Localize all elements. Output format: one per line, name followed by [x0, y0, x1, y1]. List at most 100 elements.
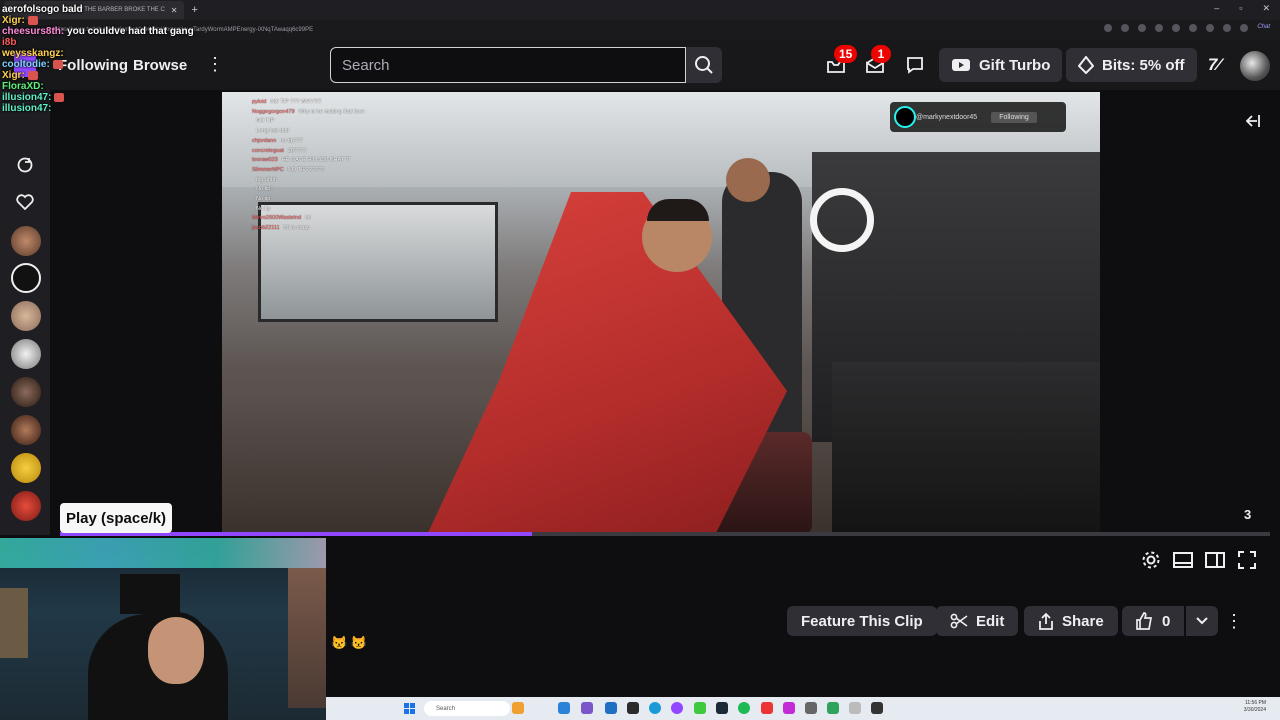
search-input[interactable]: [330, 47, 686, 83]
taskbar-app-icon[interactable]: [805, 702, 817, 714]
clip-chat-line: Metro2600Wastelnd lol: [252, 214, 412, 224]
streamer-webcam: [0, 538, 326, 720]
taskbar-app-icon[interactable]: [761, 702, 773, 714]
gear-icon: [1142, 551, 1160, 569]
theatre-mode-button[interactable]: [1172, 550, 1194, 570]
minimize-icon[interactable]: –: [1214, 3, 1219, 14]
expand-chat-button[interactable]: [1240, 110, 1264, 132]
get-bits-button[interactable]: Bits: 5% off: [1066, 48, 1197, 82]
taskbar-app-icon[interactable]: [605, 702, 617, 714]
overlay-chat-line: Xigr:: [2, 70, 232, 81]
settings-button[interactable]: [1140, 550, 1162, 570]
clip-video[interactable]: pyloid NO TIP ??? WHY?!? Noggegorgon479 Wh…: [222, 92, 1100, 535]
video-scene-ring-light: [810, 188, 874, 252]
copilot-chat-button[interactable]: Chat: [1257, 24, 1270, 32]
like-dropdown-button[interactable]: [1186, 606, 1219, 636]
extension-icons: Chat: [1104, 24, 1270, 32]
taskbar-app-icon[interactable]: [716, 702, 728, 714]
chat-username: Xigr:: [2, 15, 25, 26]
taskbar-app-icon[interactable]: [627, 702, 639, 714]
extension-icon[interactable]: [1172, 24, 1181, 32]
tiktok-logo-icon: [894, 106, 916, 128]
taskbar-app-icon[interactable]: [581, 702, 593, 714]
webcam-shelf: [0, 588, 28, 658]
followed-channel-avatar[interactable]: [11, 491, 41, 521]
collapse-sidebar-button[interactable]: [1204, 550, 1226, 570]
taskbar-search[interactable]: Search: [424, 701, 510, 716]
clip-chat-msg: no tip???: [280, 137, 303, 144]
clip-chat-line: tooraw023 HE GAVE HIM $50 CHATTT: [252, 156, 412, 166]
windows-start-icon[interactable]: [404, 703, 415, 714]
zoom-icon[interactable]: [1104, 24, 1113, 32]
maximize-icon[interactable]: ▫: [1239, 3, 1242, 14]
chat-username: cheesurs8th:: [2, 26, 65, 37]
emote-icon: [54, 92, 65, 102]
clip-chat-user: Metro2600Wastelnd: [252, 215, 302, 222]
followed-channels-heart-icon[interactable]: [14, 191, 36, 213]
profile-icon[interactable]: [1223, 24, 1232, 32]
clip-chat-msg: 20????: [287, 147, 307, 154]
close-window-icon[interactable]: ✕: [1262, 3, 1270, 14]
extension-icon[interactable]: [1138, 24, 1147, 32]
prime-loot-button[interactable]: 7⁄: [1204, 55, 1224, 75]
followed-channel-avatar[interactable]: [11, 339, 41, 369]
taskbar-app-icon[interactable]: [558, 702, 570, 714]
notification-count-badge: 15: [834, 45, 858, 63]
clip-chat-line: big ahhh: [252, 176, 412, 186]
search-button[interactable]: [686, 47, 722, 83]
video-scene-barber-head: [726, 158, 770, 202]
chevron-down-icon: [1196, 617, 1209, 625]
overlay-chat-line: aerofolsogo bald: [2, 4, 232, 15]
taskbar-app-icon[interactable]: [827, 702, 839, 714]
followed-channel-avatar[interactable]: [11, 415, 41, 445]
share-clip-button[interactable]: Share: [1024, 606, 1118, 636]
drops-button[interactable]: 1: [865, 45, 891, 75]
clip-chat-msg: NO TIP ??? WHY?!?: [270, 99, 322, 105]
like-button[interactable]: 0: [1122, 606, 1185, 636]
emote-icon: [27, 70, 38, 80]
taskbar-app-icon[interactable]: [783, 702, 795, 714]
seek-bar[interactable]: [60, 532, 1270, 536]
chat-username: weysskangz:: [2, 48, 64, 59]
notifications-button[interactable]: 15: [826, 45, 858, 75]
gift-turbo-label: Gift Turbo: [979, 56, 1051, 74]
play-tooltip: Play (space/k): [60, 503, 173, 533]
user-avatar[interactable]: [1240, 51, 1270, 81]
clip-chat-msg: No tip: [256, 196, 271, 203]
whispers-button[interactable]: [905, 55, 925, 75]
clip-chat-msg: Why is he making that face: [298, 108, 365, 115]
favorites-icon[interactable]: [1206, 24, 1215, 32]
overlay-chat-line: Xigr:: [2, 15, 232, 26]
overlay-chat-line: FloraXD:: [2, 81, 232, 92]
clip-chat-user: chjordann: [252, 137, 277, 144]
feature-clip-button[interactable]: Feature This Clip: [787, 606, 937, 636]
taskbar-app-icon[interactable]: [849, 702, 861, 714]
edit-clip-button[interactable]: Edit: [936, 606, 1019, 636]
followed-channel-avatar[interactable]: [11, 453, 41, 483]
recommended-refresh-icon[interactable]: [14, 154, 36, 176]
gift-turbo-button[interactable]: Gift Turbo: [939, 48, 1063, 82]
extension-icon[interactable]: [1189, 24, 1198, 32]
side-nav-collapsed: [0, 90, 50, 535]
followed-channel-avatar[interactable]: [11, 263, 41, 293]
emote-icon: [27, 15, 38, 25]
extension-icon[interactable]: [1155, 24, 1164, 32]
taskbar-app-icon[interactable]: [738, 702, 750, 714]
taskbar-app-icon[interactable]: [871, 702, 883, 714]
star-icon[interactable]: [1121, 24, 1130, 32]
followed-channel-avatar[interactable]: [11, 377, 41, 407]
bits-label: Bits: 5% off: [1102, 56, 1185, 74]
extension-icon[interactable]: [1240, 24, 1249, 32]
taskbar-clock[interactable]: 11:56 PM 3/30/2024: [1244, 700, 1266, 714]
more-actions-button[interactable]: ⋮: [1224, 610, 1244, 632]
fullscreen-button[interactable]: [1236, 550, 1258, 570]
clip-chat-msg: NO TIP: [256, 118, 275, 125]
taskbar-app-icon[interactable]: [649, 702, 661, 714]
taskbar-app-icon[interactable]: [694, 702, 706, 714]
taskbar-app-icon[interactable]: [512, 702, 524, 714]
followed-channel-avatar[interactable]: [11, 226, 41, 256]
taskbar-app-icon[interactable]: [671, 702, 683, 714]
clip-chat-msg: Long lost dad: [256, 128, 290, 135]
followed-channel-avatar[interactable]: [11, 301, 41, 331]
search-bar: [330, 47, 722, 83]
